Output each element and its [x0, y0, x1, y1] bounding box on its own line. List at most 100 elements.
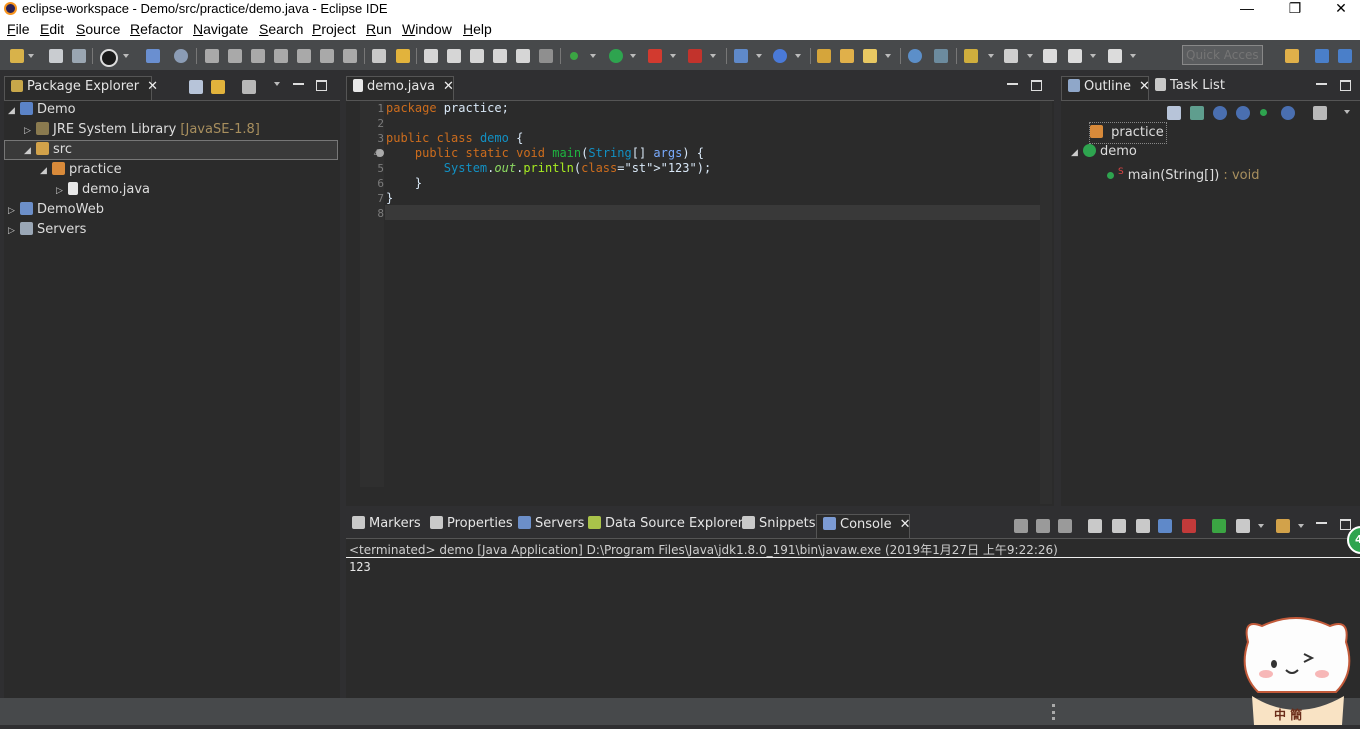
tree-item-src[interactable]: ◢ src	[4, 140, 338, 160]
maximize-button[interactable]: ❐	[1272, 0, 1318, 18]
fold-icon[interactable]	[376, 149, 384, 157]
outline-item-class[interactable]: ◢ demo	[1071, 142, 1137, 162]
collapse-all-icon[interactable]	[1167, 106, 1181, 120]
resume-icon[interactable]	[205, 49, 219, 63]
remove-all-icon[interactable]	[1058, 519, 1072, 533]
tab-snippets[interactable]: Snippets	[736, 514, 818, 538]
ime-mascot-widget[interactable]: 中 簡	[1238, 612, 1356, 725]
search-tool-icon[interactable]	[470, 49, 484, 63]
terminate-icon[interactable]	[251, 49, 265, 63]
maximize-icon[interactable]	[316, 80, 327, 91]
scroll-lock-icon[interactable]	[1112, 519, 1126, 533]
java-ee-perspective-icon[interactable]	[1315, 49, 1329, 63]
menu-file[interactable]: File	[7, 21, 30, 37]
tree-item-demoweb[interactable]: ▷ DemoWeb	[8, 200, 104, 220]
brush-icon[interactable]	[863, 49, 877, 63]
terminate-console-icon[interactable]	[1014, 519, 1028, 533]
terminal-icon[interactable]	[146, 49, 160, 63]
tree-item-demo-java[interactable]: ▷ demo.java	[56, 180, 150, 200]
focus-task-icon[interactable]	[1313, 106, 1327, 120]
outline-item-package[interactable]: practice	[1089, 122, 1167, 144]
globe-icon[interactable]	[908, 49, 922, 63]
back-icon[interactable]	[1068, 49, 1082, 63]
tab-console[interactable]: Console ✕	[816, 514, 911, 538]
menu-window[interactable]: Window	[402, 21, 452, 37]
minimize-icon[interactable]	[293, 83, 304, 85]
outline-item-method[interactable]: Smain(String[]) : void	[1107, 162, 1259, 183]
run-icon[interactable]	[609, 49, 623, 63]
menu-source[interactable]: Source	[76, 21, 120, 37]
tab-demo-java[interactable]: demo.java ✕	[346, 76, 454, 100]
maximize-icon[interactable]	[1031, 80, 1042, 91]
menu-project[interactable]: Project	[312, 21, 356, 37]
use-step-filters-icon[interactable]	[396, 49, 410, 63]
new-java-project-icon[interactable]	[773, 49, 787, 63]
show-on-stderr-icon[interactable]	[1182, 519, 1196, 533]
suspend-icon[interactable]	[228, 49, 242, 63]
quick-access-input[interactable]	[1182, 45, 1263, 65]
tab-properties[interactable]: Properties	[424, 514, 513, 538]
tab-package-explorer[interactable]: Package Explorer ✕	[4, 76, 158, 100]
close-window-button[interactable]: ✕	[1318, 0, 1360, 18]
last-edit-icon[interactable]	[1043, 49, 1057, 63]
close-icon[interactable]: ✕	[443, 79, 454, 94]
step-over-icon[interactable]	[320, 49, 334, 63]
view-menu-icon[interactable]	[1344, 110, 1350, 114]
menu-navigate[interactable]: Navigate	[193, 21, 248, 37]
skip-breakpoints-icon[interactable]	[174, 49, 188, 63]
open-console-icon[interactable]	[1276, 519, 1290, 533]
link-with-editor-icon[interactable]	[211, 80, 225, 94]
tree-item-jre[interactable]: ▷ JRE System Library [JavaSE-1.8]	[24, 120, 260, 140]
tab-task-list[interactable]: Task List	[1149, 76, 1239, 100]
remove-launch-icon[interactable]	[1036, 519, 1050, 533]
open-task-icon[interactable]	[840, 49, 854, 63]
hide-nonpublic-icon[interactable]	[1260, 109, 1267, 116]
profile-icon[interactable]	[100, 49, 118, 67]
open-folder-icon[interactable]	[817, 49, 831, 63]
minimize-icon[interactable]	[1316, 83, 1327, 85]
minimize-icon[interactable]	[1316, 522, 1327, 524]
menu-run[interactable]: Run	[366, 21, 392, 37]
save-icon[interactable]	[49, 49, 63, 63]
status-grip-icon[interactable]	[1052, 704, 1055, 720]
open-type-icon[interactable]	[424, 49, 438, 63]
sort-icon[interactable]	[1190, 106, 1204, 120]
menu-search[interactable]: Search	[259, 21, 303, 37]
tree-item-servers[interactable]: ▷ Servers	[8, 220, 86, 240]
show-on-stdout-icon[interactable]	[1158, 519, 1172, 533]
pin-console-icon[interactable]	[1212, 519, 1226, 533]
tab-data-source-explorer[interactable]: Data Source Explorer	[582, 514, 748, 538]
hide-fields-icon[interactable]	[1213, 106, 1227, 120]
maximize-icon[interactable]	[1340, 80, 1351, 91]
menu-help[interactable]: Help	[463, 21, 492, 37]
minimize-icon[interactable]	[1007, 83, 1018, 85]
hide-static-icon[interactable]	[1236, 106, 1250, 120]
maximize-icon[interactable]	[1340, 519, 1351, 530]
forward-icon[interactable]	[1108, 49, 1122, 63]
save-all-icon[interactable]	[72, 49, 86, 63]
tab-servers[interactable]: Servers	[512, 514, 584, 538]
tab-markers[interactable]: Markers	[346, 514, 426, 538]
drop-to-frame-icon[interactable]	[372, 49, 386, 63]
hide-local-types-icon[interactable]	[1281, 106, 1295, 120]
menu-edit[interactable]: Edit	[40, 21, 64, 37]
step-return-icon[interactable]	[343, 49, 357, 63]
coverage-icon[interactable]	[648, 49, 662, 63]
tree-item-practice[interactable]: ◢ practice	[40, 160, 122, 180]
tree-item-demo[interactable]: ◢ Demo	[8, 100, 76, 120]
focus-task-icon[interactable]	[242, 80, 256, 94]
java-perspective-icon[interactable]	[1338, 49, 1352, 63]
disconnect-icon[interactable]	[274, 49, 288, 63]
menu-refactor[interactable]: Refactor	[130, 21, 183, 37]
next-annotation-icon[interactable]	[964, 49, 978, 63]
tab-outline[interactable]: Outline ✕	[1061, 76, 1150, 100]
clear-console-icon[interactable]	[1088, 519, 1102, 533]
word-wrap-icon[interactable]	[1136, 519, 1150, 533]
open-perspective-icon[interactable]	[1285, 49, 1299, 63]
toggle-mark-icon[interactable]	[493, 49, 507, 63]
minimize-button[interactable]: —	[1224, 0, 1270, 18]
close-icon[interactable]: ✕	[147, 79, 158, 94]
pen-icon[interactable]	[447, 49, 461, 63]
external-tools-icon[interactable]	[688, 49, 702, 63]
code-area[interactable]: 1 2 3 4 5 6 7 8 package practice; public…	[346, 101, 1046, 231]
